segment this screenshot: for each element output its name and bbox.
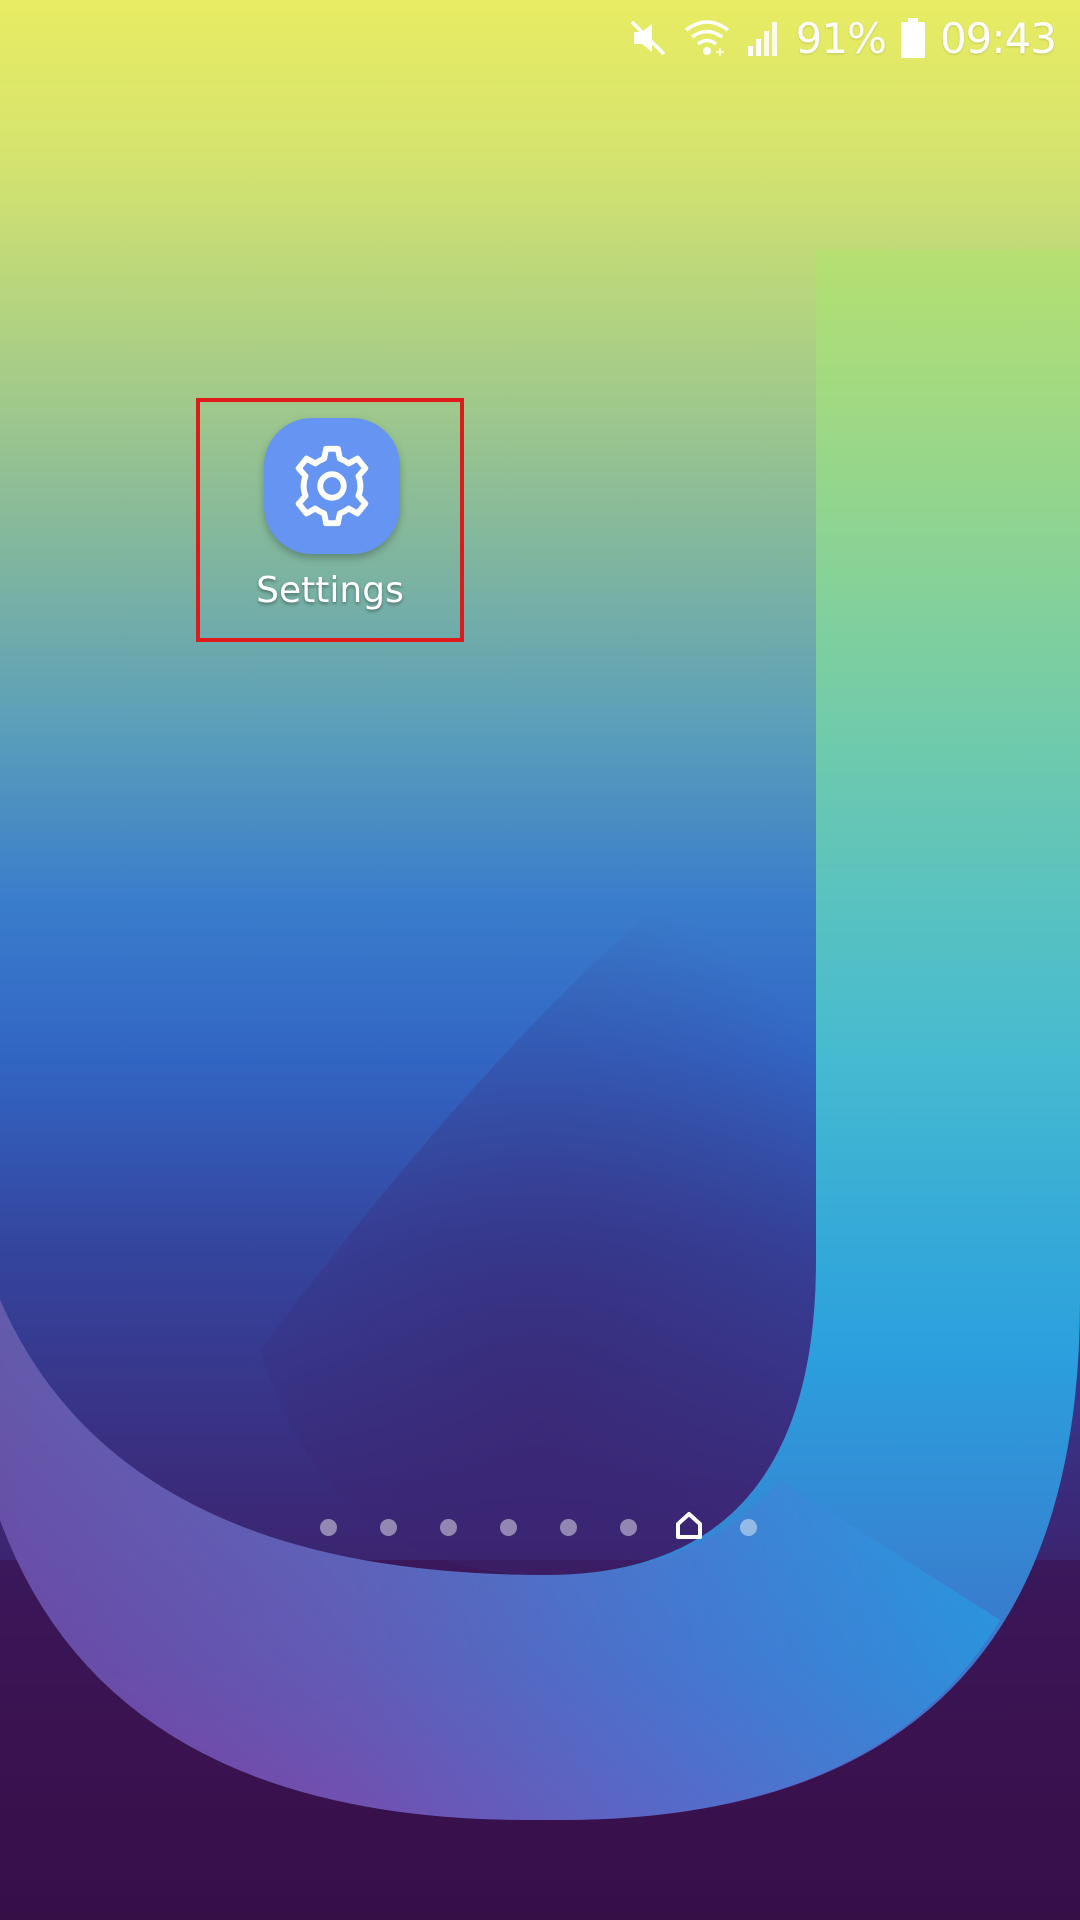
page-dot[interactable] <box>740 1519 757 1536</box>
page-dot[interactable] <box>440 1519 457 1536</box>
wallpaper <box>0 0 1080 1920</box>
wifi-icon <box>682 18 732 58</box>
page-dot[interactable] <box>320 1519 337 1536</box>
settings-app-shortcut[interactable]: Settings <box>196 398 464 642</box>
battery-icon <box>900 17 926 59</box>
settings-app-icon[interactable] <box>264 418 400 554</box>
home-page-icon[interactable] <box>674 1510 704 1540</box>
page-dot[interactable] <box>560 1519 577 1536</box>
page-indicator <box>0 1510 1080 1546</box>
status-bar: 91% 09:43 <box>0 0 1080 76</box>
page-dot[interactable] <box>620 1519 637 1536</box>
signal-icon <box>746 18 782 58</box>
clock: 09:43 <box>939 13 1057 63</box>
page-dot[interactable] <box>380 1519 397 1536</box>
mute-icon <box>628 18 668 58</box>
app-label: Settings <box>256 570 404 611</box>
battery-percentage: 91% <box>795 13 887 63</box>
gear-icon <box>295 445 369 527</box>
page-dot[interactable] <box>500 1519 517 1536</box>
